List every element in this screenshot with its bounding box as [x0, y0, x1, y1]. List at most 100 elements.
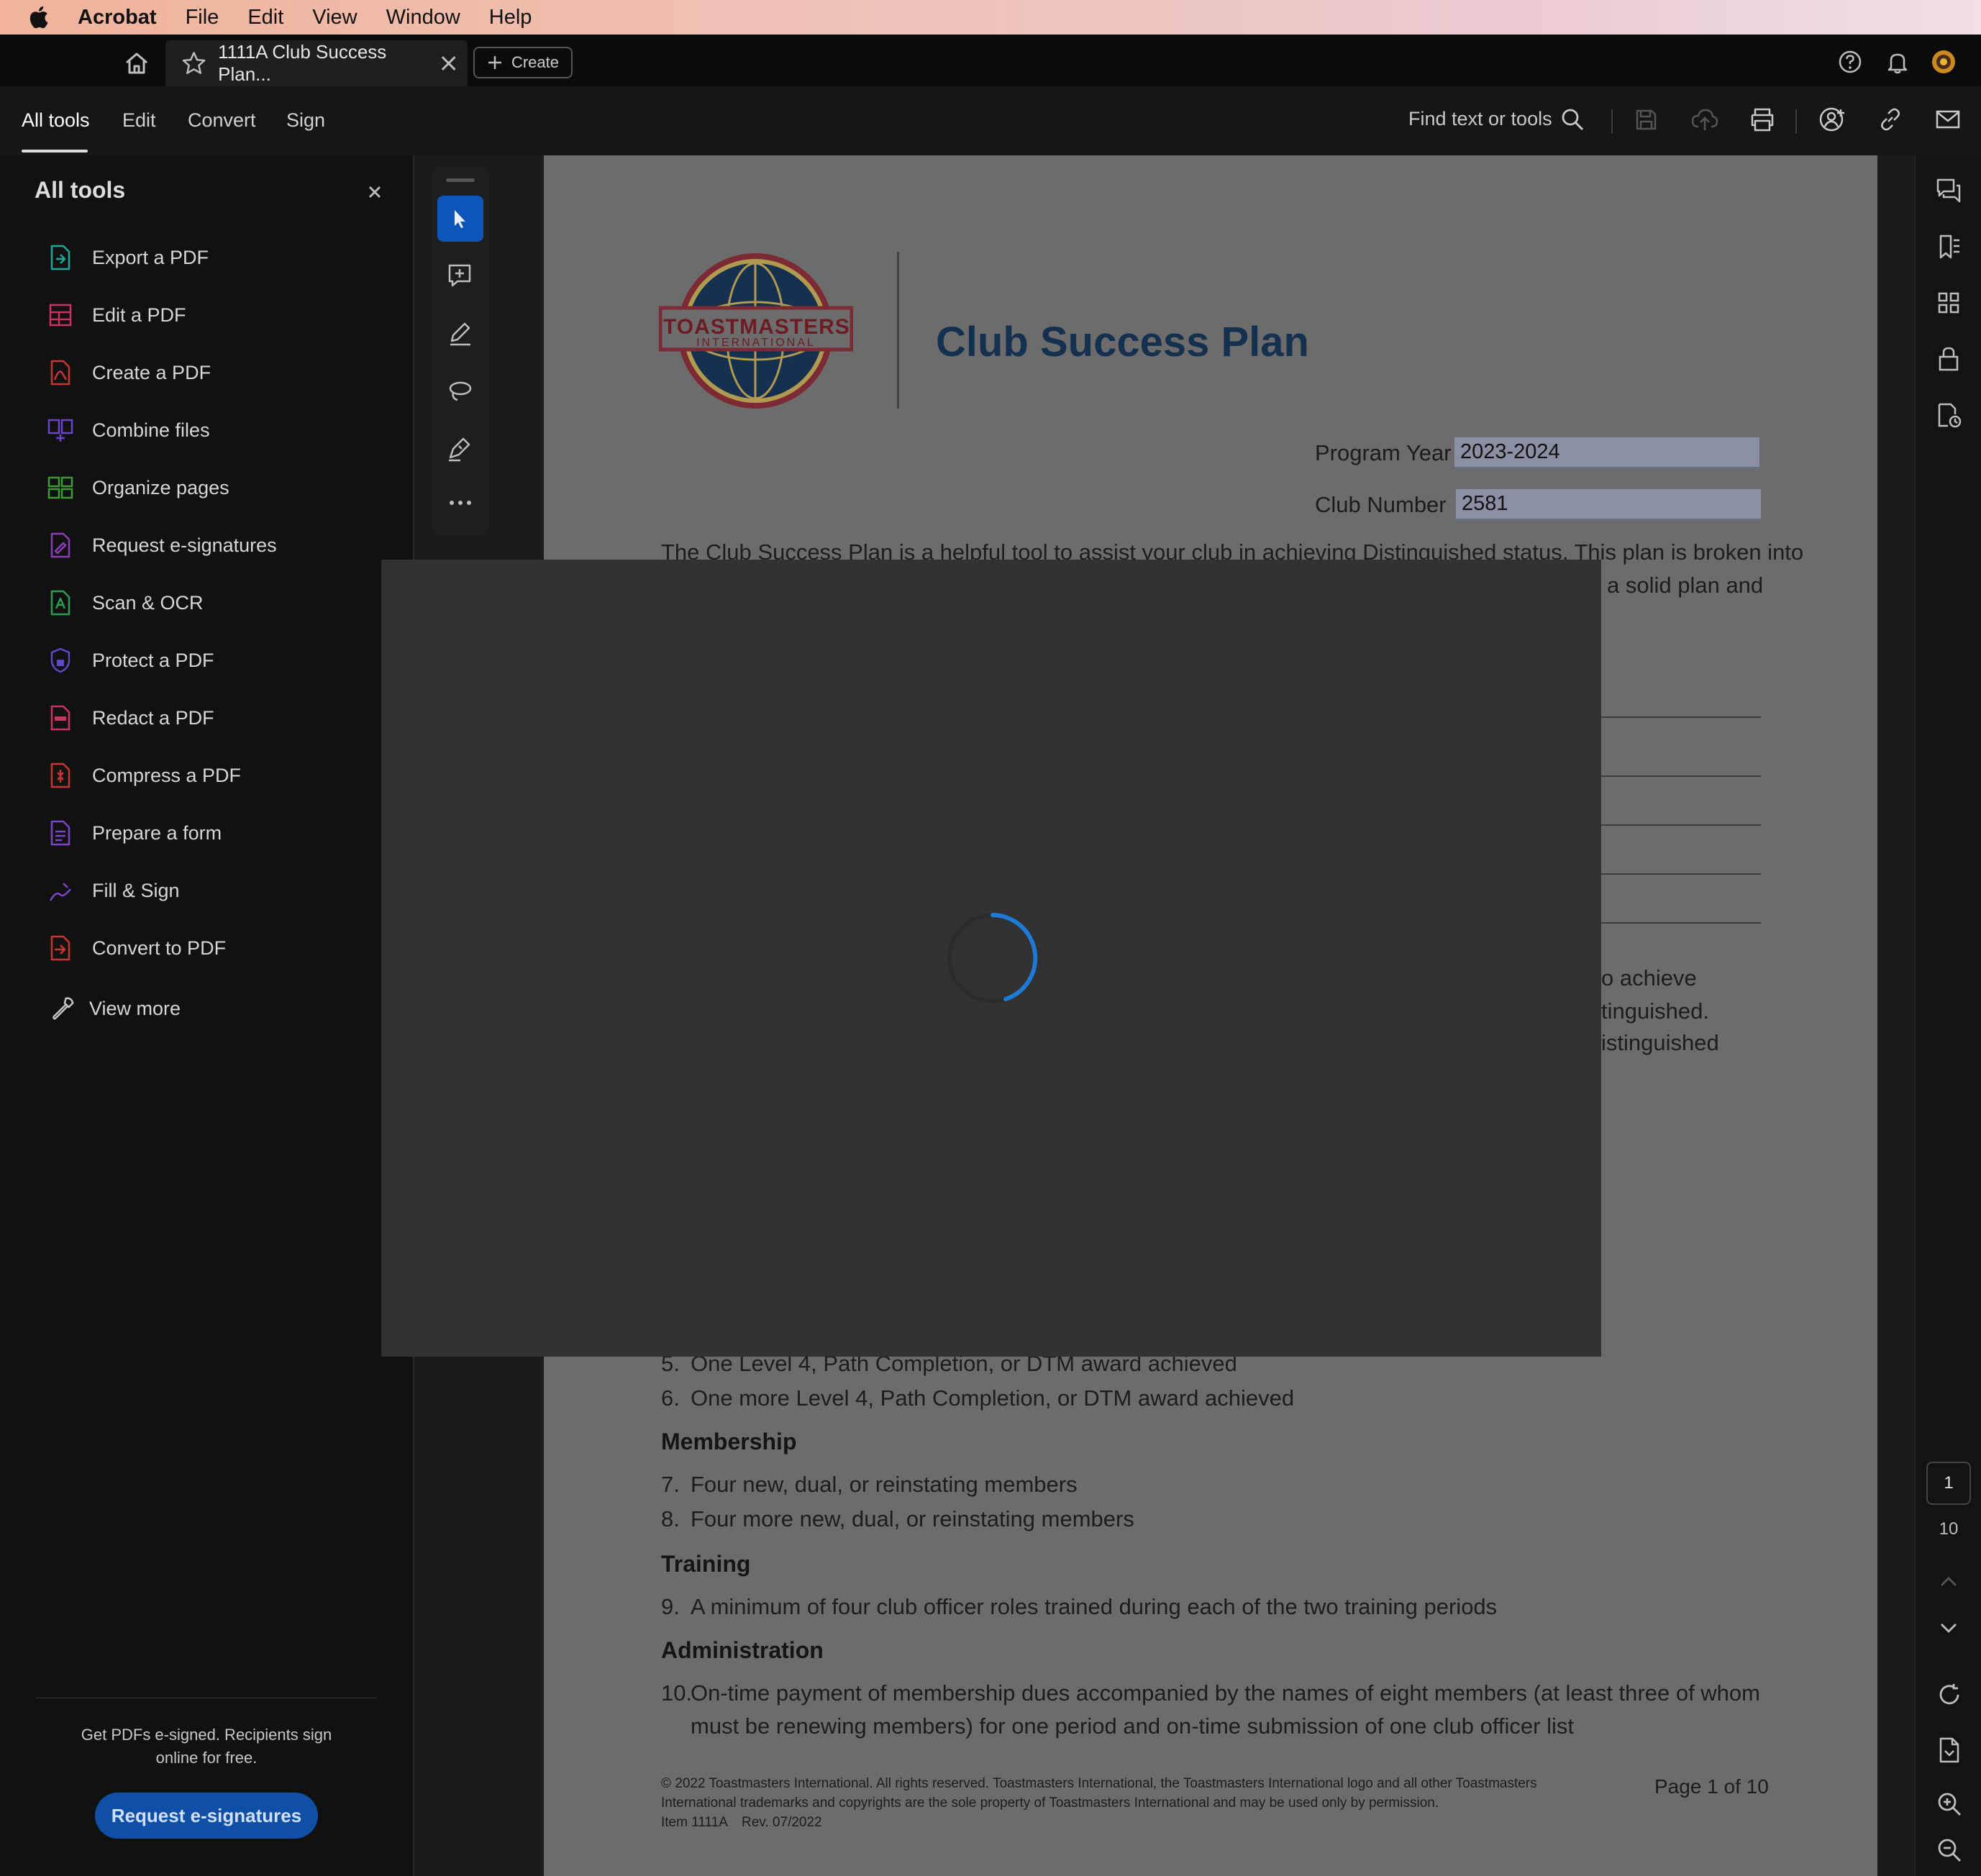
logo-text-primary: TOASTMASTERS [663, 315, 850, 339]
page-number-label: Page 1 of 10 [1654, 1775, 1769, 1798]
link-icon[interactable] [1877, 106, 1903, 132]
home-icon[interactable] [122, 49, 151, 78]
menu-help[interactable]: Help [489, 6, 532, 29]
goal-item-continued: must be renewing members) for one period… [691, 1713, 1574, 1739]
user-avatar[interactable] [1931, 49, 1957, 75]
footer-revision: Rev. 07/2022 [742, 1815, 822, 1830]
tool-item-combine-files[interactable]: Combine files [46, 409, 210, 452]
request-esign-icon [50, 532, 70, 558]
apple-icon[interactable] [27, 5, 49, 29]
comments-icon[interactable] [1935, 177, 1962, 204]
program-year-label: Program Year [1315, 440, 1452, 465]
menu-app-name[interactable]: Acrobat [78, 6, 157, 29]
share-user-icon[interactable] [1818, 105, 1847, 134]
menu-window[interactable]: Window [386, 6, 460, 29]
next-page-icon[interactable] [1938, 1620, 1959, 1636]
view-more-button[interactable]: View more [46, 987, 181, 1030]
request-esignatures-button[interactable]: Request e-signatures [95, 1793, 318, 1839]
document-security-icon[interactable] [1935, 401, 1962, 429]
form-line [1601, 873, 1761, 875]
form-line [1601, 775, 1761, 777]
lasso-draw-icon[interactable] [446, 377, 475, 406]
membership-heading: Membership [661, 1429, 797, 1454]
rotate-icon[interactable] [1936, 1682, 1962, 1708]
footer-trademark: International trademarks and copyrights … [661, 1795, 1439, 1811]
club-number-field[interactable]: 2581 [1456, 489, 1761, 521]
find-text-or-tools[interactable]: Find text or tools [1408, 108, 1552, 130]
tab-edit[interactable]: Edit [122, 109, 156, 132]
tool-item-request-esign[interactable]: Request e-signatures [46, 524, 277, 567]
search-icon[interactable] [1559, 106, 1585, 132]
protect-pdf-icon [50, 647, 70, 673]
list-number: 10. [661, 1680, 693, 1706]
page-thumbnails-icon[interactable] [1935, 289, 1962, 317]
toolbar-divider [1795, 109, 1797, 134]
close-panel-icon[interactable] [365, 183, 384, 201]
menu-file[interactable]: File [186, 6, 219, 29]
panel-title: All tools [35, 177, 126, 203]
add-comment-icon[interactable] [446, 262, 475, 291]
tool-item-fill-sign[interactable]: Fill & Sign [46, 869, 180, 912]
fill-sign-icon [49, 883, 71, 901]
footer-copyright: © 2022 Toastmasters International. All r… [661, 1776, 1537, 1791]
tool-item-compress-pdf[interactable]: Compress a PDF [46, 754, 241, 797]
tool-item-create-pdf[interactable]: Create a PDF [46, 351, 211, 394]
star-icon[interactable] [181, 50, 206, 76]
lock-icon[interactable] [1935, 345, 1962, 373]
tool-item-label: Fill & Sign [92, 879, 180, 901]
zoom-in-icon[interactable] [1936, 1791, 1962, 1817]
cursor-arrow-icon [455, 210, 465, 228]
drag-handle[interactable] [446, 178, 475, 182]
tool-item-label: Edit a PDF [92, 304, 186, 326]
tab-sign[interactable]: Sign [286, 109, 325, 132]
create-pdf-icon [50, 360, 70, 386]
tool-item-label: Prepare a form [92, 821, 222, 844]
macos-menubar: Acrobat File Edit View Window Help [0, 0, 1981, 35]
document-title: Club Success Plan [936, 319, 1309, 365]
menu-view[interactable]: View [312, 6, 357, 29]
form-line [1601, 824, 1761, 826]
loading-spinner-icon [944, 909, 1042, 1007]
tool-item-label: Export a PDF [92, 246, 209, 268]
save-icon[interactable] [1633, 106, 1659, 132]
compress-pdf-icon [50, 762, 70, 788]
menu-edit[interactable]: Edit [247, 6, 283, 29]
previous-page-icon[interactable] [1938, 1574, 1959, 1590]
zoom-out-icon[interactable] [1936, 1837, 1962, 1863]
document-tab[interactable]: 1111A Club Success Plan... [165, 40, 468, 86]
sign-pen-icon[interactable] [446, 434, 475, 463]
organize-pages-icon [47, 476, 73, 499]
tool-item-protect-pdf[interactable]: Protect a PDF [46, 639, 214, 682]
tool-item-scan-ocr[interactable]: Scan & OCR [46, 581, 204, 624]
current-page-input[interactable]: 1 [1926, 1462, 1971, 1505]
tool-item-export-pdf[interactable]: Export a PDF [46, 236, 209, 279]
goal-text-fragment: o achieve [1601, 965, 1697, 991]
more-tools-icon[interactable] [449, 499, 472, 506]
tool-item-label: Create a PDF [92, 361, 211, 383]
notifications-bell-icon[interactable] [1885, 49, 1911, 75]
tool-item-convert-to-pdf[interactable]: Convert to PDF [46, 926, 226, 970]
tool-item-label: Protect a PDF [92, 649, 214, 671]
create-button[interactable]: Create [473, 47, 573, 78]
tab-convert[interactable]: Convert [188, 109, 256, 132]
program-year-field[interactable]: 2023-2024 [1454, 437, 1759, 469]
list-number: 9. [661, 1594, 680, 1619]
print-icon[interactable] [1748, 106, 1777, 132]
wrench-icon [53, 997, 74, 1020]
tab-all-tools[interactable]: All tools [22, 109, 90, 132]
highlight-pen-icon[interactable] [446, 319, 475, 348]
tool-item-organize-pages[interactable]: Organize pages [46, 466, 229, 509]
total-pages: 10 [1939, 1519, 1959, 1539]
email-icon[interactable] [1935, 106, 1961, 132]
page-fit-icon[interactable] [1936, 1736, 1962, 1764]
scan-ocr-icon [50, 590, 70, 616]
tool-item-edit-pdf[interactable]: Edit a PDF [46, 293, 186, 337]
goal-item: One more Level 4, Path Completion, or DT… [691, 1385, 1295, 1411]
bookmarks-icon[interactable] [1935, 233, 1962, 260]
upload-cloud-icon[interactable] [1690, 106, 1719, 132]
close-tab-icon[interactable] [440, 54, 457, 73]
select-tool-button[interactable] [437, 196, 483, 242]
tool-item-prepare-form[interactable]: Prepare a form [46, 811, 222, 855]
tool-item-redact-pdf[interactable]: Redact a PDF [46, 696, 214, 739]
help-icon[interactable] [1837, 49, 1863, 75]
